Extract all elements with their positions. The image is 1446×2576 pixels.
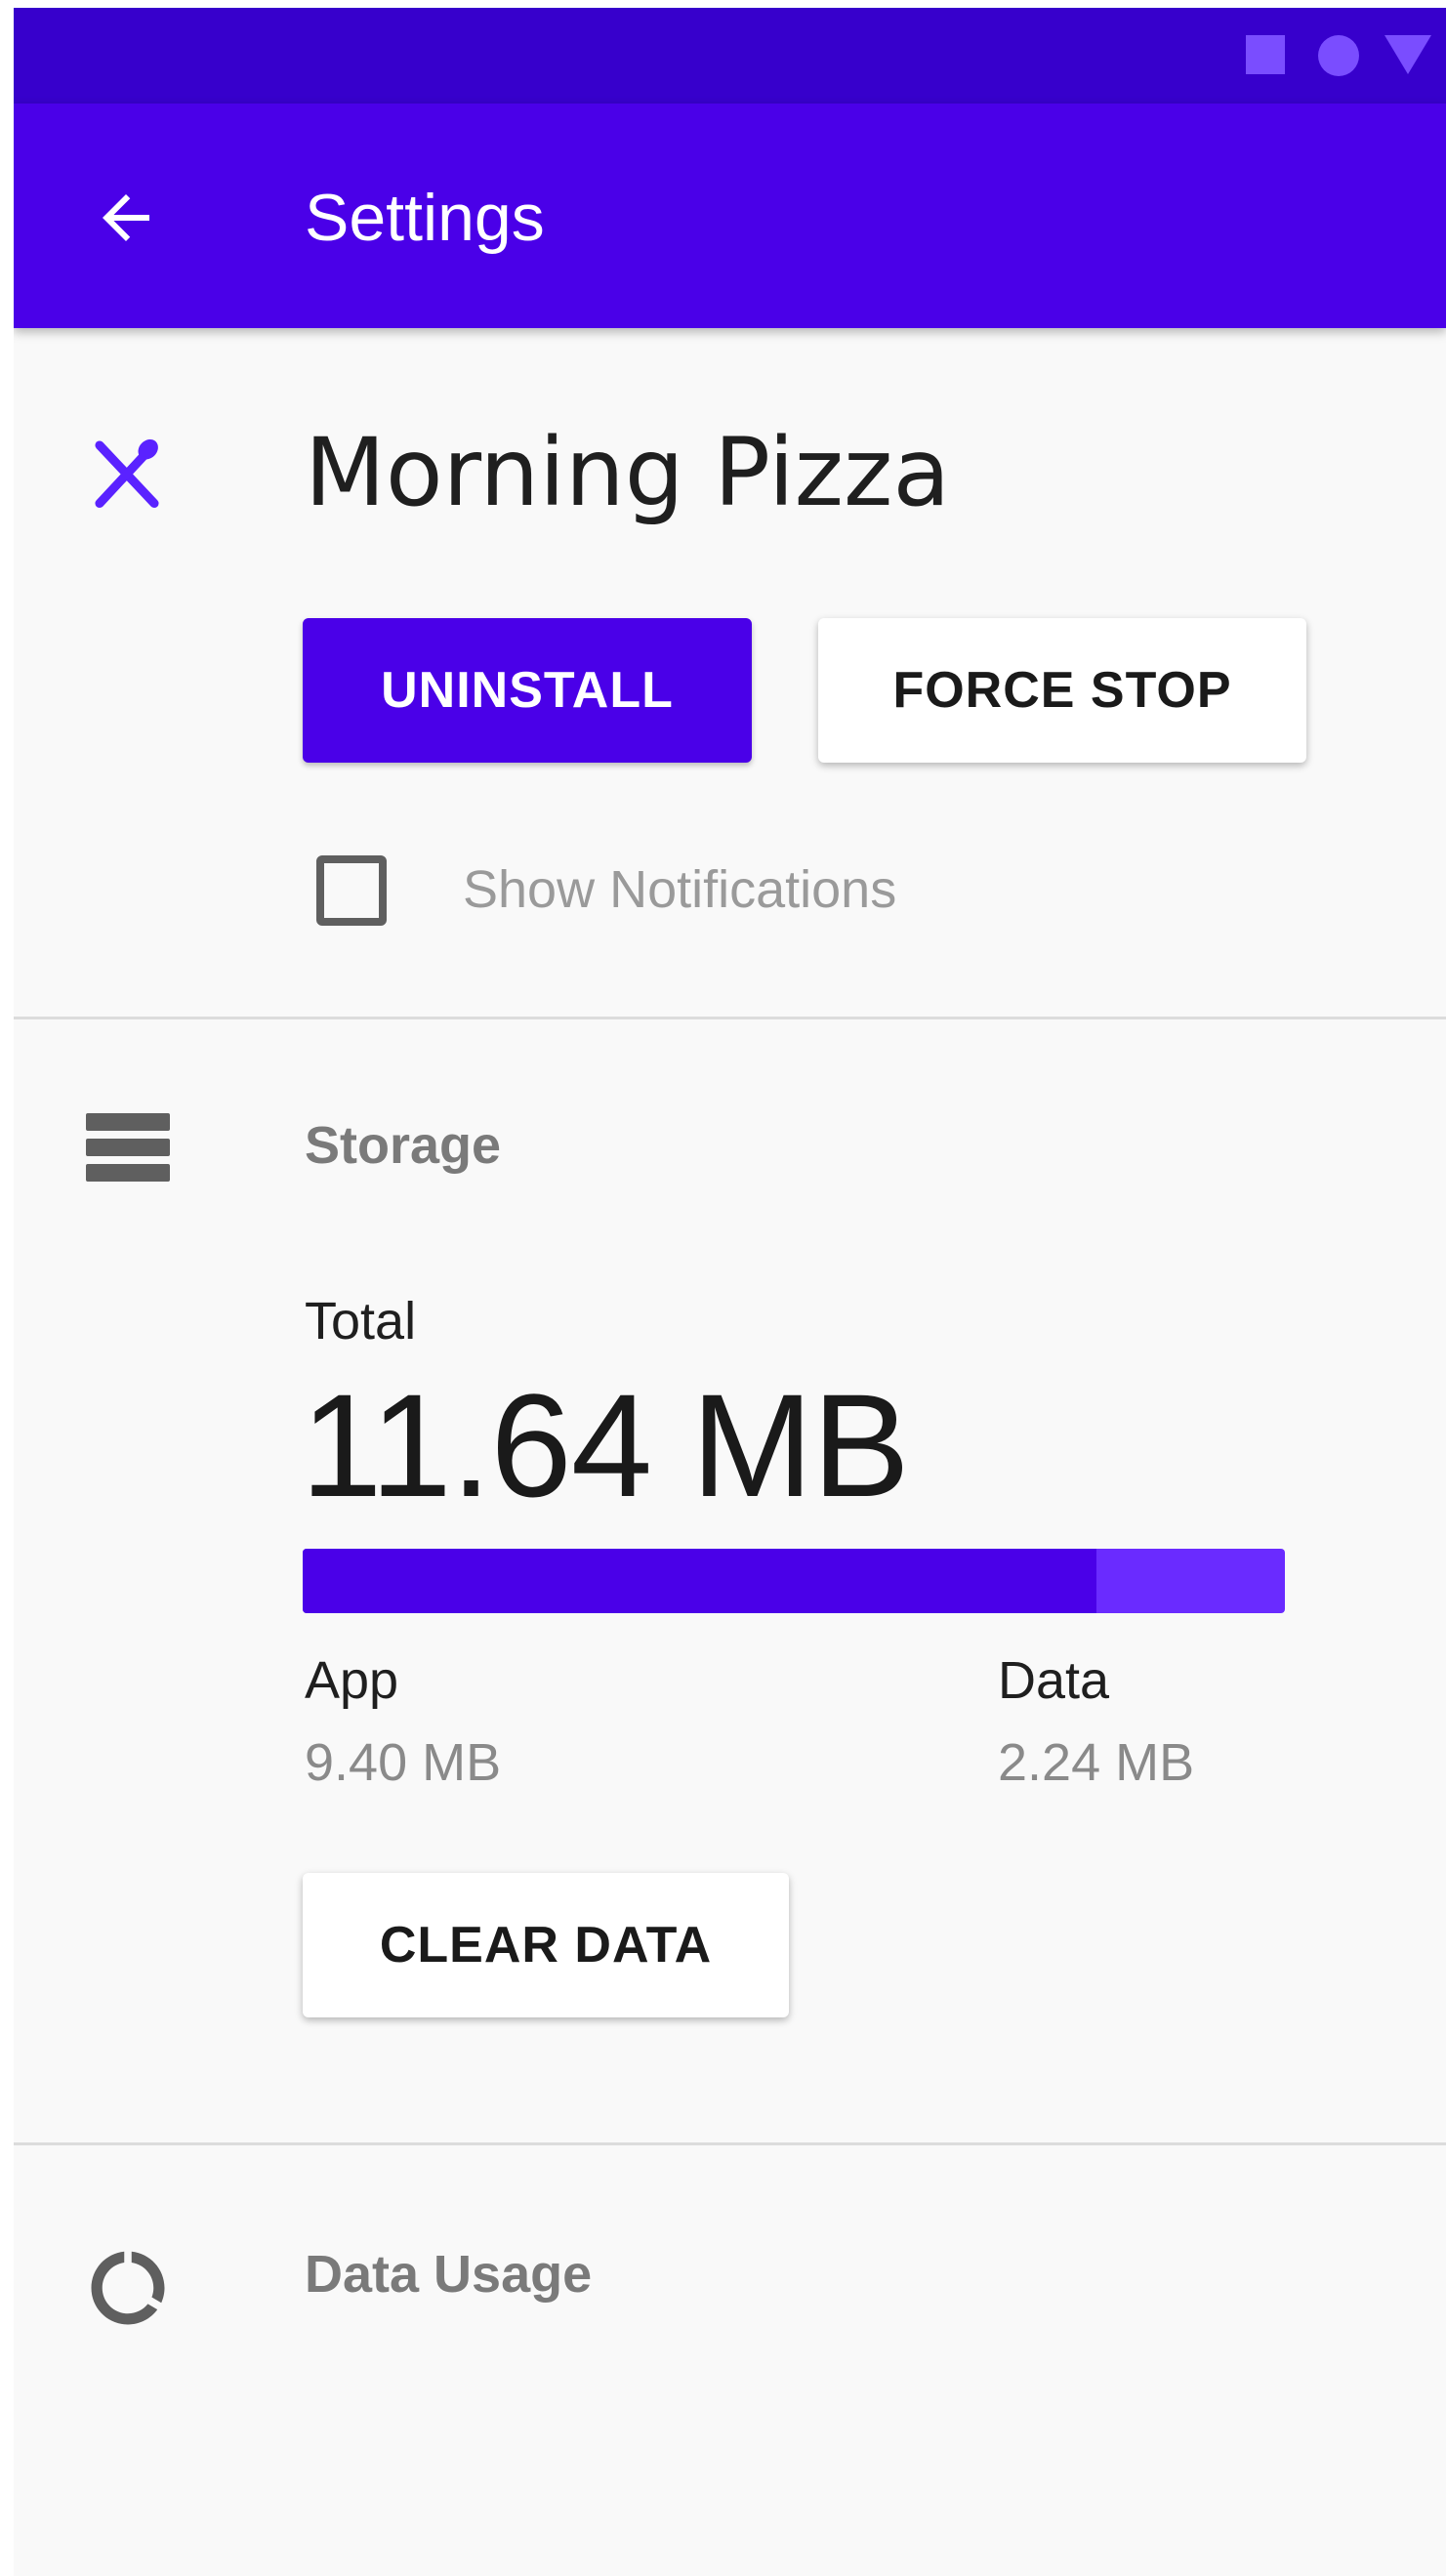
app-name: Morning Pizza: [305, 418, 951, 527]
square-icon: [1246, 35, 1285, 74]
total-label: Total: [305, 1292, 417, 1350]
uninstall-button[interactable]: UNINSTALL: [303, 618, 752, 763]
storage-icon: [86, 1113, 170, 1182]
data-size: 2.24 MB: [998, 1733, 1195, 1792]
app-size: 9.40 MB: [305, 1733, 502, 1792]
storage-title: Storage: [305, 1116, 502, 1175]
triangle-icon: [1384, 35, 1431, 74]
force-stop-button[interactable]: FORCE STOP: [818, 618, 1306, 763]
storage-icon-bar: [86, 1139, 170, 1156]
clear-data-button[interactable]: CLEAR DATA: [303, 1873, 789, 2017]
settings-screen: Settings Morning Pizza UNINSTALL FORCE S…: [14, 8, 1446, 2576]
storage-icon-bar: [86, 1113, 170, 1131]
section-divider: [14, 1017, 1446, 1019]
app-bar: Settings: [14, 104, 1446, 328]
arrow-back-icon: [103, 194, 149, 241]
app-label: App: [305, 1651, 399, 1710]
data-usage-icon: [91, 2251, 165, 2325]
total-value: 11.64 MB: [301, 1363, 910, 1527]
storage-progress-bar: [303, 1549, 1285, 1613]
show-notifications-label: Show Notifications: [463, 860, 897, 919]
data-usage-title[interactable]: Data Usage: [305, 2244, 592, 2305]
show-notifications-checkbox[interactable]: [316, 855, 387, 926]
status-bar: [14, 8, 1446, 104]
section-divider: [14, 2142, 1446, 2145]
storage-icon-bar: [86, 1164, 170, 1182]
restaurant-icon: [95, 438, 159, 509]
page-title: Settings: [305, 181, 545, 255]
app-storage-fill: [303, 1549, 1096, 1613]
back-button[interactable]: [82, 174, 170, 262]
data-label: Data: [998, 1651, 1110, 1710]
circle-icon: [1318, 35, 1359, 76]
